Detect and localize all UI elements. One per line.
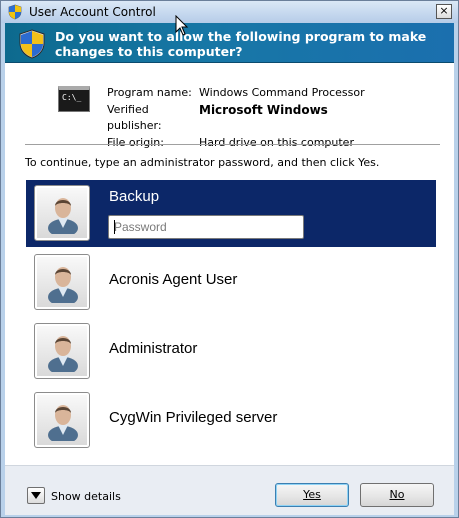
text-caret	[114, 220, 115, 234]
close-icon: ×	[439, 4, 449, 17]
user-tile-backup[interactable]: Backup	[26, 180, 436, 247]
program-info: Program name: Windows Command Processor …	[107, 85, 365, 151]
user-name: Acronis Agent User	[109, 271, 238, 288]
info-value: Windows Command Processor	[199, 86, 365, 99]
info-label: Program name:	[107, 86, 192, 99]
divider	[25, 144, 440, 145]
user-name: Backup	[109, 188, 160, 205]
command-prompt-icon: C:\_	[58, 86, 90, 112]
window-title: User Account Control	[29, 5, 156, 19]
show-details-label[interactable]: Show details	[51, 490, 121, 503]
user-avatar-icon	[34, 323, 90, 379]
user-avatar-icon	[34, 392, 90, 448]
user-tile-acronis-agent-user[interactable]: Acronis Agent User	[26, 249, 436, 316]
yes-button-label: Yes	[303, 488, 321, 501]
info-row-file-origin: File origin: Hard drive on this computer	[107, 135, 365, 152]
user-name: Administrator	[109, 340, 198, 357]
mouse-pointer-icon	[175, 15, 189, 36]
banner-question: Do you want to allow the following progr…	[55, 29, 427, 59]
user-name: CygWin Privileged server	[109, 409, 278, 426]
info-row-program-name: Program name: Windows Command Processor	[107, 85, 365, 102]
info-label: File origin:	[107, 135, 164, 149]
uac-shield-icon	[19, 29, 45, 59]
no-button[interactable]: No	[360, 483, 434, 507]
close-button[interactable]: ×	[436, 4, 452, 19]
dialog-content: C:\_ Program name: Windows Command Proce…	[5, 63, 454, 465]
user-avatar-icon	[34, 254, 90, 310]
show-details-toggle[interactable]	[27, 487, 45, 504]
info-label: Verified publisher:	[107, 102, 162, 133]
chevron-down-icon	[31, 492, 41, 499]
title-bar: User Account Control ×	[1, 1, 458, 23]
info-value: Microsoft Windows	[199, 102, 328, 117]
yes-button[interactable]: Yes	[275, 483, 349, 507]
info-row-publisher: Verified publisher: Microsoft Windows	[107, 102, 365, 135]
uac-dialog: User Account Control × Do you want to al…	[0, 0, 459, 518]
uac-shield-icon	[8, 4, 22, 20]
user-tile-administrator[interactable]: Administrator	[26, 318, 436, 385]
user-avatar-icon	[34, 185, 90, 241]
instruction-text: To continue, type an administrator passw…	[25, 156, 380, 169]
info-value: Hard drive on this computer	[199, 135, 354, 149]
password-field[interactable]	[108, 215, 304, 239]
dialog-footer: Show details Yes No	[5, 465, 454, 515]
question-banner: Do you want to allow the following progr…	[5, 23, 454, 63]
user-tile-cygwin-privileged-server[interactable]: CygWin Privileged server	[26, 387, 436, 454]
no-button-label: No	[389, 488, 405, 501]
command-prompt-glyph: C:\_	[62, 93, 82, 102]
